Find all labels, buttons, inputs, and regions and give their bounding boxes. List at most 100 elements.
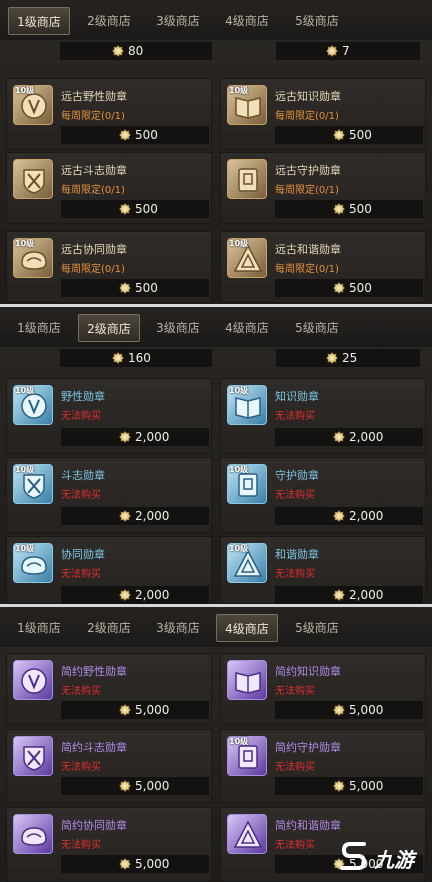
previous-item-price-bar: 25 — [276, 349, 420, 367]
shop-item-card[interactable]: 10级 协同勋章 无法购买 2,000 — [6, 536, 212, 604]
price-value: 500 — [349, 281, 372, 295]
price-value: 160 — [128, 351, 151, 365]
level-tag: 10级 — [15, 239, 35, 248]
tab-level-3-shop[interactable]: 3级商店 — [147, 7, 209, 35]
purchase-limit-label: 每周限定(0/1) — [61, 111, 125, 122]
price-value: 500 — [135, 202, 158, 216]
item-name: 简约野性勋章 — [61, 665, 127, 678]
watermark-text: 九游 — [374, 848, 414, 872]
shop-item-card[interactable]: 10级 远古野性勋章 每周限定(0/1) 500 — [6, 78, 212, 150]
tab-level-1-shop[interactable]: 1级商店 — [8, 614, 70, 642]
fighting-medal-icon — [13, 159, 53, 199]
item-name: 协同勋章 — [61, 548, 105, 561]
shop-item-card[interactable]: 10级 野性勋章 无法购买 2,000 — [6, 378, 212, 454]
tab-level-2-shop[interactable]: 2级商店 — [78, 314, 140, 342]
shop-item-card[interactable]: 10级 远古知识勋章 每周限定(0/1) 500 — [220, 78, 426, 150]
coin-icon — [333, 589, 345, 601]
price-bar: 500 — [61, 279, 209, 297]
purchase-limit-label: 无法购买 — [61, 490, 101, 501]
coin-icon — [333, 510, 345, 522]
price-bar: 2,000 — [275, 586, 423, 604]
item-name: 远古野性勋章 — [61, 90, 127, 103]
price-value: 5,000 — [135, 779, 170, 793]
price-value: 7 — [342, 44, 350, 58]
price-bar: 5,000 — [275, 777, 423, 795]
harmony-medal-icon: 10级 — [227, 543, 267, 583]
price-value: 25 — [342, 351, 358, 365]
tab-level-1-shop[interactable]: 1级商店 — [8, 314, 70, 342]
tab-level-3-shop[interactable]: 3级商店 — [147, 614, 209, 642]
price-bar: 500 — [275, 126, 423, 144]
level-tag: 10级 — [229, 86, 249, 95]
coin-icon — [326, 352, 338, 364]
tab-level-5-shop[interactable]: 5级商店 — [286, 614, 348, 642]
shop-item-card[interactable]: 10级 远古协同勋章 每周限定(0/1) 500 — [6, 231, 212, 303]
price-value: 500 — [135, 128, 158, 142]
tab-level-4-shop[interactable]: 4级商店 — [216, 7, 278, 35]
item-name: 远古守护勋章 — [275, 164, 341, 177]
item-name: 斗志勋章 — [61, 469, 105, 482]
level-tag: 10级 — [229, 465, 249, 474]
shop-item-card[interactable]: 10级 简约守护勋章 无法购买 5,000 — [220, 729, 426, 803]
tab-level-4-shop[interactable]: 4级商店 — [216, 614, 278, 642]
shop-item-card[interactable]: 10级 守护勋章 无法购买 2,000 — [220, 457, 426, 533]
price-value: 5,000 — [135, 703, 170, 717]
item-name: 简约和谐勋章 — [275, 819, 341, 832]
shop-item-card[interactable]: 简约斗志勋章 无法购买 5,000 — [6, 729, 212, 803]
coin-icon — [119, 510, 131, 522]
shop-item-card[interactable]: 简约协同勋章 无法购买 5,000 — [6, 807, 212, 882]
tab-level-2-shop[interactable]: 2级商店 — [78, 614, 140, 642]
shop-item-card[interactable]: 远古守护勋章 每周限定(0/1) 500 — [220, 152, 426, 224]
tab-level-3-shop[interactable]: 3级商店 — [147, 314, 209, 342]
price-bar: 2,000 — [61, 586, 209, 604]
shop-tab-bar: 1级商店 2级商店 3级商店 4级商店 5级商店 — [0, 607, 432, 647]
coin-icon — [333, 704, 345, 716]
price-bar: 2,000 — [275, 507, 423, 525]
price-bar: 500 — [275, 279, 423, 297]
purchase-limit-label: 无法购买 — [275, 411, 315, 422]
shop-item-card[interactable]: 简约野性勋章 无法购买 5,000 — [6, 653, 212, 725]
knowledge-medal-icon: 10级 — [227, 385, 267, 425]
shop-item-card[interactable]: 10级 远古和谐勋章 每周限定(0/1) 500 — [220, 231, 426, 303]
purchase-limit-label: 无法购买 — [275, 840, 315, 851]
item-name: 简约守护勋章 — [275, 741, 341, 754]
shop-tab-bar: 1级商店 2级商店 3级商店 4级商店 5级商店 — [0, 307, 432, 347]
item-name: 简约知识勋章 — [275, 665, 341, 678]
guard-medal-icon — [227, 159, 267, 199]
purchase-limit-label: 无法购买 — [61, 686, 101, 697]
purchase-limit-label: 无法购买 — [275, 686, 315, 697]
shop-item-card[interactable]: 10级 知识勋章 无法购买 2,000 — [220, 378, 426, 454]
fighting-medal-icon — [13, 736, 53, 776]
coin-icon — [119, 129, 131, 141]
watermark-logo-icon — [340, 842, 367, 870]
price-bar: 5,000 — [61, 777, 209, 795]
price-bar: 5,000 — [61, 701, 209, 719]
price-value: 500 — [349, 128, 372, 142]
coin-icon — [112, 45, 124, 57]
shop-panel-2: 1级商店 2级商店 3级商店 4级商店 5级商店 160 25 10级 野性勋章 无法购买 2,00… — [0, 307, 432, 604]
level-tag: 10级 — [15, 465, 35, 474]
fighting-medal-icon: 10级 — [13, 464, 53, 504]
tab-level-5-shop[interactable]: 5级商店 — [286, 314, 348, 342]
tab-level-2-shop[interactable]: 2级商店 — [78, 7, 140, 35]
knowledge-medal-icon: 10级 — [227, 85, 267, 125]
coin-icon — [333, 431, 345, 443]
price-value: 5,000 — [349, 779, 384, 793]
coin-icon — [119, 780, 131, 792]
wild-medal-icon: 10级 — [13, 85, 53, 125]
item-name: 远古和谐勋章 — [275, 243, 341, 256]
site-watermark: 九游 — [336, 836, 426, 876]
coin-icon — [112, 352, 124, 364]
price-value: 5,000 — [349, 703, 384, 717]
purchase-limit-label: 无法购买 — [61, 762, 101, 773]
tab-level-5-shop[interactable]: 5级商店 — [286, 7, 348, 35]
price-bar: 500 — [275, 200, 423, 218]
coin-icon — [119, 858, 131, 870]
shop-item-card[interactable]: 远古斗志勋章 每周限定(0/1) 500 — [6, 152, 212, 224]
shop-item-card[interactable]: 10级 斗志勋章 无法购买 2,000 — [6, 457, 212, 533]
tab-level-1-shop[interactable]: 1级商店 — [8, 7, 70, 35]
shop-item-card[interactable]: 简约知识勋章 无法购买 5,000 — [220, 653, 426, 725]
previous-item-price-bar: 160 — [60, 349, 212, 367]
tab-level-4-shop[interactable]: 4级商店 — [216, 314, 278, 342]
shop-item-card[interactable]: 10级 和谐勋章 无法购买 2,000 — [220, 536, 426, 604]
